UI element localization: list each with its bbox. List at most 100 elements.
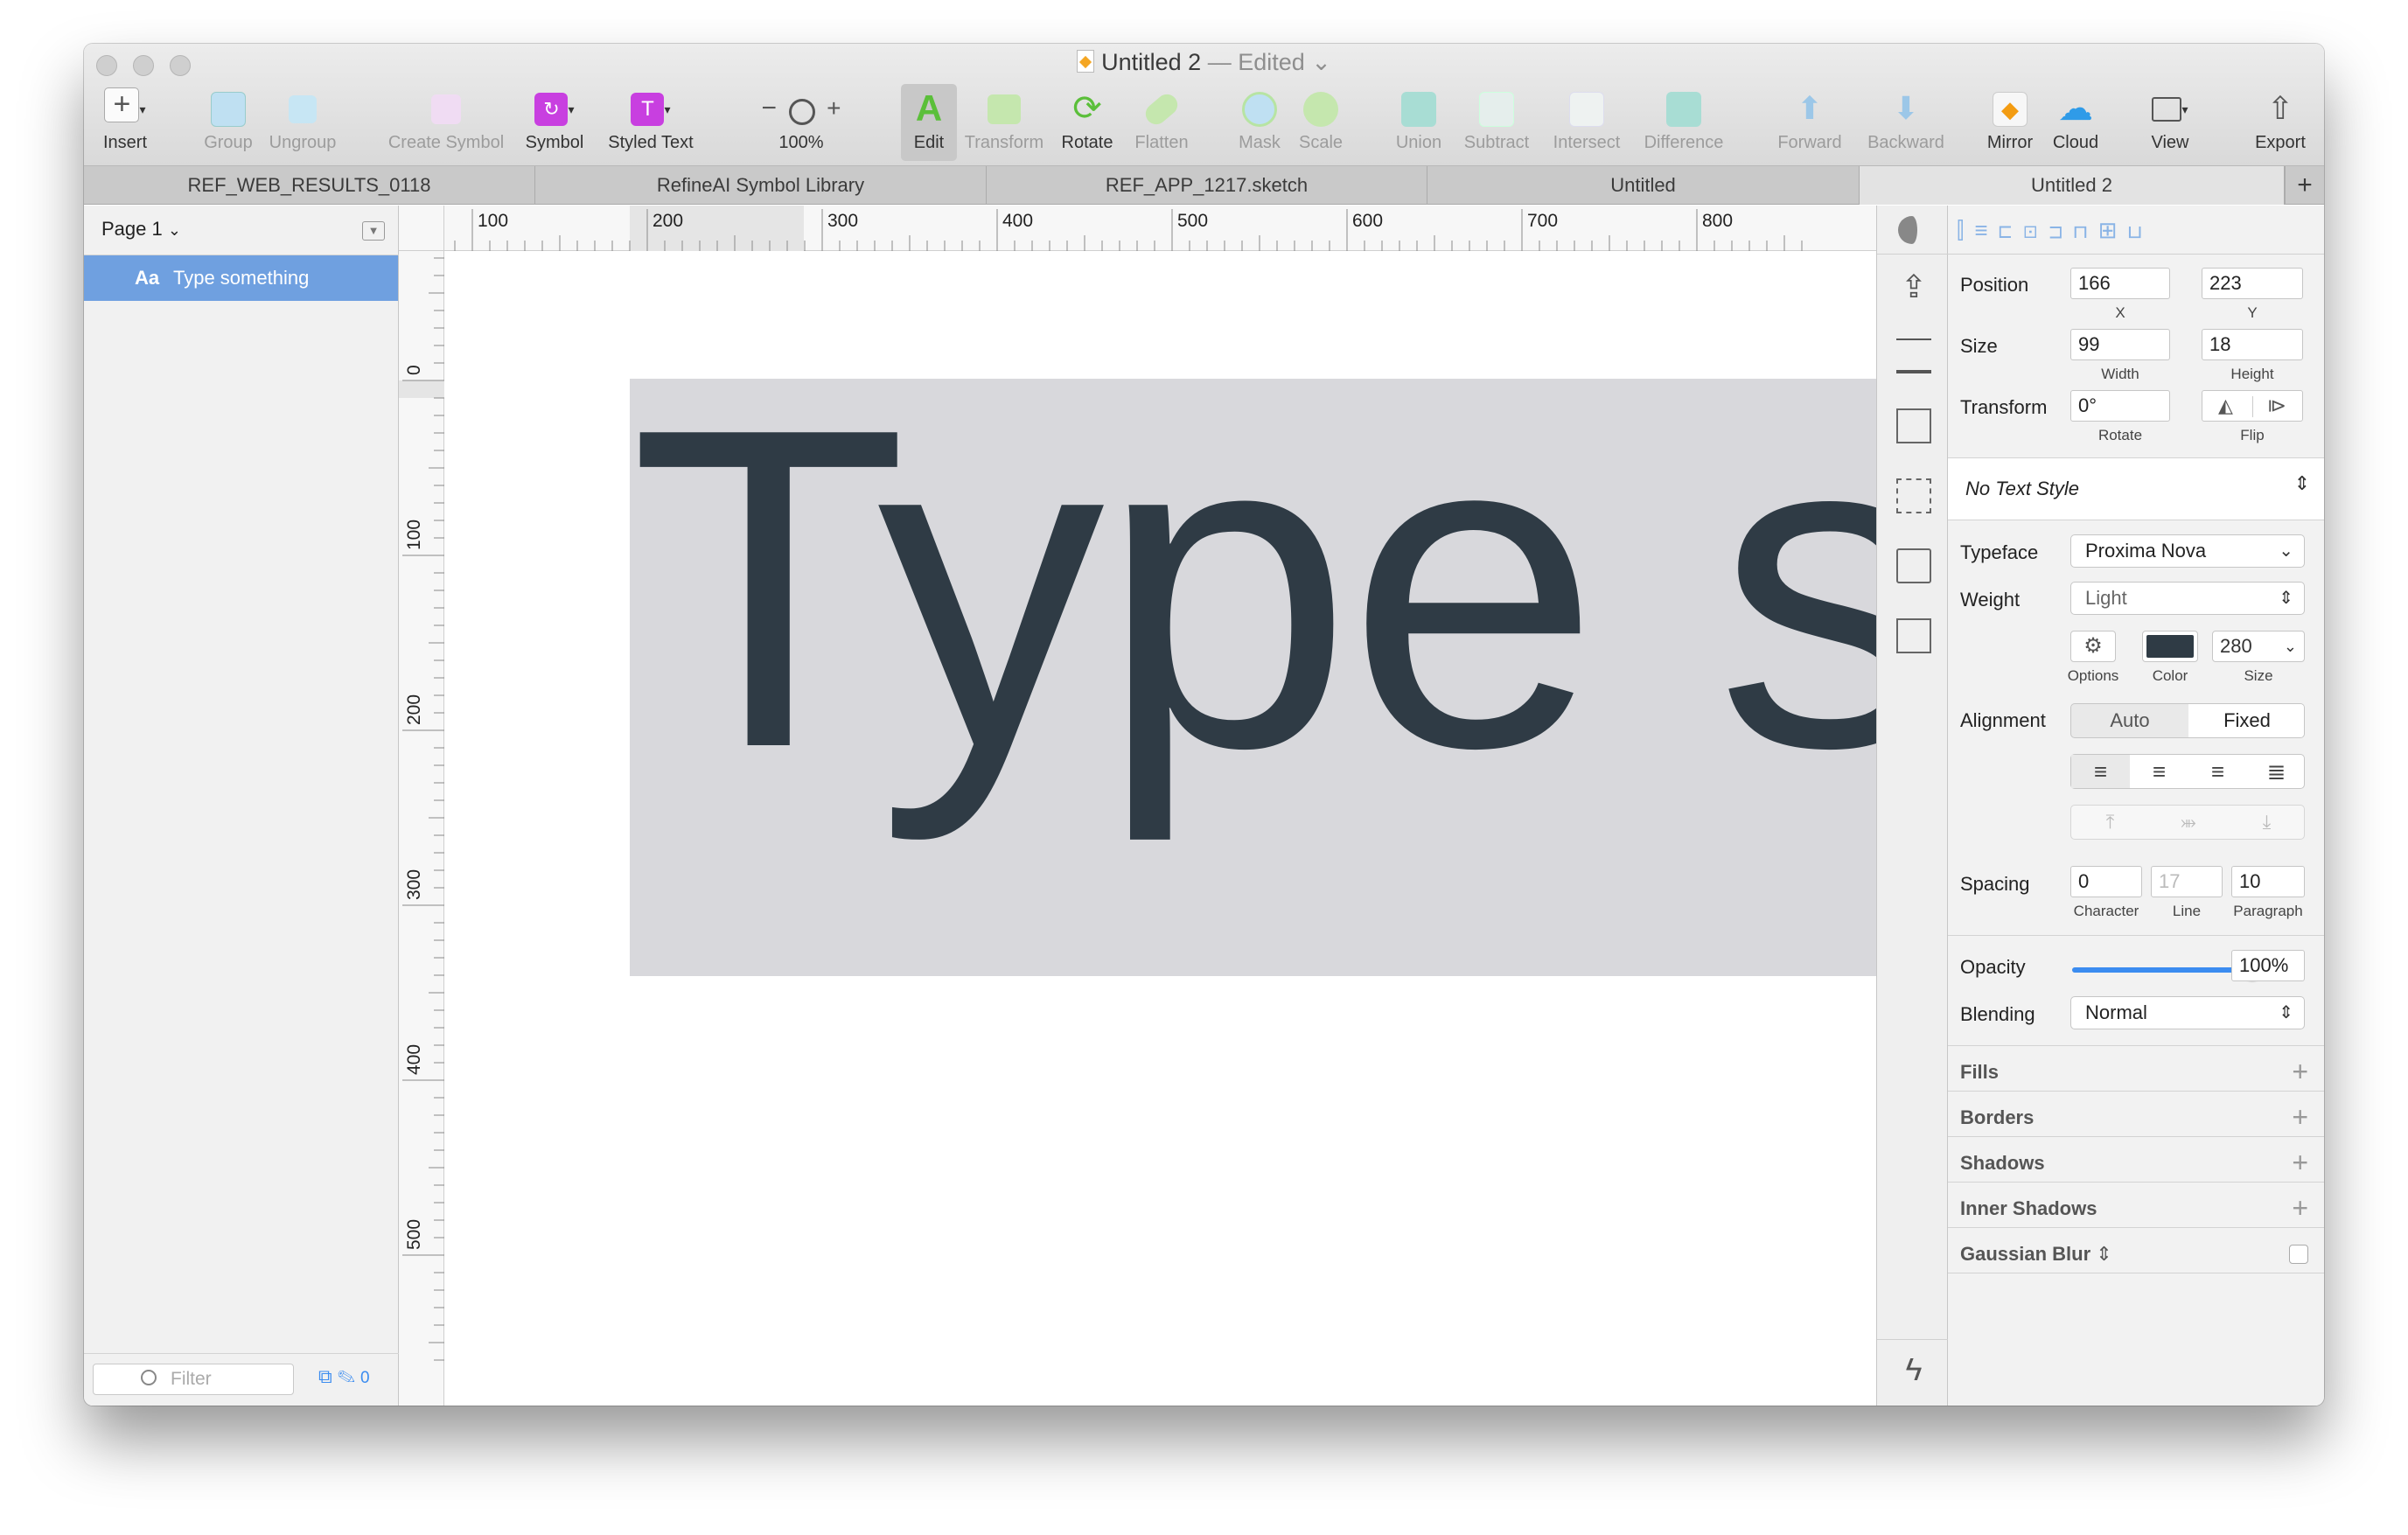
union-button[interactable]: Union (1391, 87, 1447, 153)
align-bottom-text-icon[interactable]: ⤓ (2228, 806, 2306, 839)
add-shadow-plus-icon[interactable]: + (2292, 1148, 2308, 1176)
styled-text-button[interactable]: T ▾ Styled Text (600, 87, 701, 153)
edit-button[interactable]: A Edit (901, 84, 957, 161)
distribute-icon[interactable]: ≡ (1974, 217, 1998, 243)
export-button[interactable]: ⇧ Export (2250, 87, 2311, 153)
tab-ref-web-results[interactable]: REF_WEB_RESULTS_0118 (84, 166, 535, 205)
tab-untitled[interactable]: Untitled (1427, 166, 1860, 205)
ruler-label: 400 (1002, 211, 1033, 231)
blending-label: Blending (1960, 1003, 2035, 1025)
group-button[interactable]: Group (198, 87, 259, 153)
create-symbol-button[interactable]: Create Symbol (381, 87, 511, 153)
add-fill-plus-icon[interactable]: + (2292, 1057, 2308, 1085)
flip-horizontal-icon[interactable]: ◭ (2218, 394, 2233, 417)
text-options-gear-icon[interactable]: ⚙ (2070, 631, 2116, 662)
opacity-field[interactable]: 100% (2231, 950, 2305, 981)
collapse-icon[interactable]: ▼ (362, 221, 385, 241)
mirror-button[interactable]: ◆ Mirror (1982, 87, 2038, 153)
new-tab-plus-icon[interactable]: + (2285, 166, 2324, 205)
ungroup-button[interactable]: Ungroup (263, 87, 342, 153)
chevron-down-icon: ⌄ (2279, 541, 2293, 561)
layer-filter-options[interactable]: ⧉ ✎ 0 (318, 1365, 370, 1388)
tab-refineai-symbol-library[interactable]: RefineAI Symbol Library (535, 166, 987, 205)
y-field[interactable]: 223 (2202, 268, 2303, 299)
zoom-control[interactable]: − + 100% (749, 87, 854, 153)
typeface-select[interactable]: Proxima Nova ⌄ (2070, 534, 2305, 568)
align-middle-icon[interactable]: ⊞ (2098, 217, 2128, 243)
gaussian-blur-section-title[interactable]: Gaussian Blur ⇕ (1960, 1243, 2112, 1266)
weight-select[interactable]: Light ⇕ (2070, 582, 2305, 615)
lightning-icon[interactable]: ϟ (1896, 1351, 1931, 1387)
tab-untitled-2[interactable]: Untitled 2 (1860, 166, 2285, 205)
backward-button[interactable]: ⬇ Backward (1860, 87, 1952, 153)
intersect-button[interactable]: Intersect (1545, 87, 1629, 153)
align-middle-text-icon[interactable]: ⤕ (2149, 806, 2228, 839)
gaussian-blur-checkbox[interactable] (2289, 1245, 2308, 1264)
auto-width-option[interactable]: Auto (2071, 704, 2188, 737)
align-bottom-icon[interactable]: ⊔ (2127, 217, 2153, 243)
height-field[interactable]: 18 (2202, 329, 2303, 360)
canvas-text[interactable]: Type s (630, 379, 1876, 816)
text-list-icon[interactable] (1896, 408, 1931, 443)
view-button[interactable]: ▾ View (2141, 87, 2199, 153)
add-border-plus-icon[interactable]: + (2292, 1103, 2308, 1131)
layer-align-icon[interactable] (1896, 338, 1931, 373)
align-center-icon[interactable]: ⊡ (2023, 217, 2049, 243)
alignment-toolbar[interactable]: ⫿≡⊏⊡⊐⊓⊞⊔ (1948, 206, 2324, 255)
character-spacing-field[interactable]: 0 (2070, 866, 2142, 897)
insert-button[interactable]: + ▾ Insert (93, 87, 157, 153)
align-top-icon[interactable]: ⊓ (2073, 217, 2098, 243)
chevron-down-icon[interactable]: ⌄ (1305, 49, 1331, 75)
align-right-icon[interactable]: ⊐ (2049, 217, 2074, 243)
ruler-label: 200 (653, 211, 683, 231)
justify-text-icon[interactable]: ≣ (2247, 755, 2306, 788)
add-inner-shadow-plus-icon[interactable]: + (2292, 1194, 2308, 1222)
opacity-slider-track[interactable] (2072, 959, 2263, 980)
fixed-width-option[interactable]: Fixed (2188, 704, 2304, 737)
page-selector[interactable]: Page 1 ⌄ (101, 218, 181, 241)
inspector-mode-icon[interactable] (1898, 216, 1926, 244)
difference-button[interactable]: Difference (1636, 87, 1732, 153)
add-image-icon[interactable] (1896, 618, 1931, 653)
mask-button[interactable]: Mask (1235, 87, 1284, 153)
edit-path-icon[interactable] (1896, 548, 1931, 583)
flip-vertical-icon[interactable]: ⧐ (2267, 394, 2286, 417)
ruler-label: 600 (1352, 211, 1383, 231)
tab-ref-app-sketch[interactable]: REF_APP_1217.sketch (987, 166, 1427, 205)
align-text-right-icon[interactable]: ≡ (2188, 755, 2247, 788)
zoom-in-icon[interactable]: + (827, 94, 841, 122)
x-field[interactable]: 166 (2070, 268, 2170, 299)
layer-row-type-something[interactable]: Aa Type something (84, 255, 398, 301)
align-top-text-icon[interactable]: ⤒ (2071, 806, 2149, 839)
text-style-selector[interactable]: No Text Style ⇕ (1948, 458, 2324, 520)
forward-button[interactable]: ⬆ Forward (1770, 87, 1849, 153)
align-left-edge-icon[interactable]: ⫿ (1957, 217, 1974, 243)
rotate-field[interactable]: 0° (2070, 390, 2170, 422)
rotate-button[interactable]: ⟳ Rotate (1057, 87, 1118, 153)
app-window: Untitled 2 — Edited ⌄ + ▾ Insert Group Un… (84, 44, 2324, 1406)
line-height-field[interactable]: 17 (2151, 866, 2223, 897)
flatten-button[interactable]: Flatten (1128, 87, 1195, 153)
subtract-button[interactable]: Subtract (1457, 87, 1536, 153)
font-size-field[interactable]: 280 ⌄ (2212, 631, 2305, 662)
blending-select[interactable]: Normal ⇕ (2070, 996, 2305, 1029)
scale-button[interactable]: Scale (1295, 87, 1347, 153)
align-text-left-icon[interactable]: ≡ (2071, 755, 2130, 788)
symbol-button[interactable]: ↻ ▾ Symbol (521, 87, 588, 153)
horizontal-ruler[interactable]: 100 200 300 400 500 600 700 800 (399, 206, 1876, 251)
align-left-icon[interactable]: ⊏ (1999, 217, 2024, 243)
transform-button[interactable]: Transform (960, 87, 1048, 153)
width-label: Width (2101, 366, 2139, 382)
text-color-well[interactable] (2142, 631, 2198, 662)
zoom-out-icon[interactable]: − (761, 94, 777, 122)
paragraph-spacing-field[interactable]: 10 (2231, 866, 2305, 897)
vertical-ruler[interactable]: 0 100 200 300 400 500 (399, 206, 444, 1406)
ruler-label: 0 (404, 365, 424, 375)
subtract-icon (1457, 87, 1536, 129)
filter-field[interactable]: Filter (93, 1364, 294, 1395)
resize-icon[interactable] (1896, 478, 1931, 513)
cloud-button[interactable]: ☁ Cloud (2047, 87, 2104, 153)
align-text-center-icon[interactable]: ≡ (2130, 755, 2188, 788)
width-field[interactable]: 99 (2070, 329, 2170, 360)
share-icon[interactable]: ⇪ (1896, 269, 1931, 304)
